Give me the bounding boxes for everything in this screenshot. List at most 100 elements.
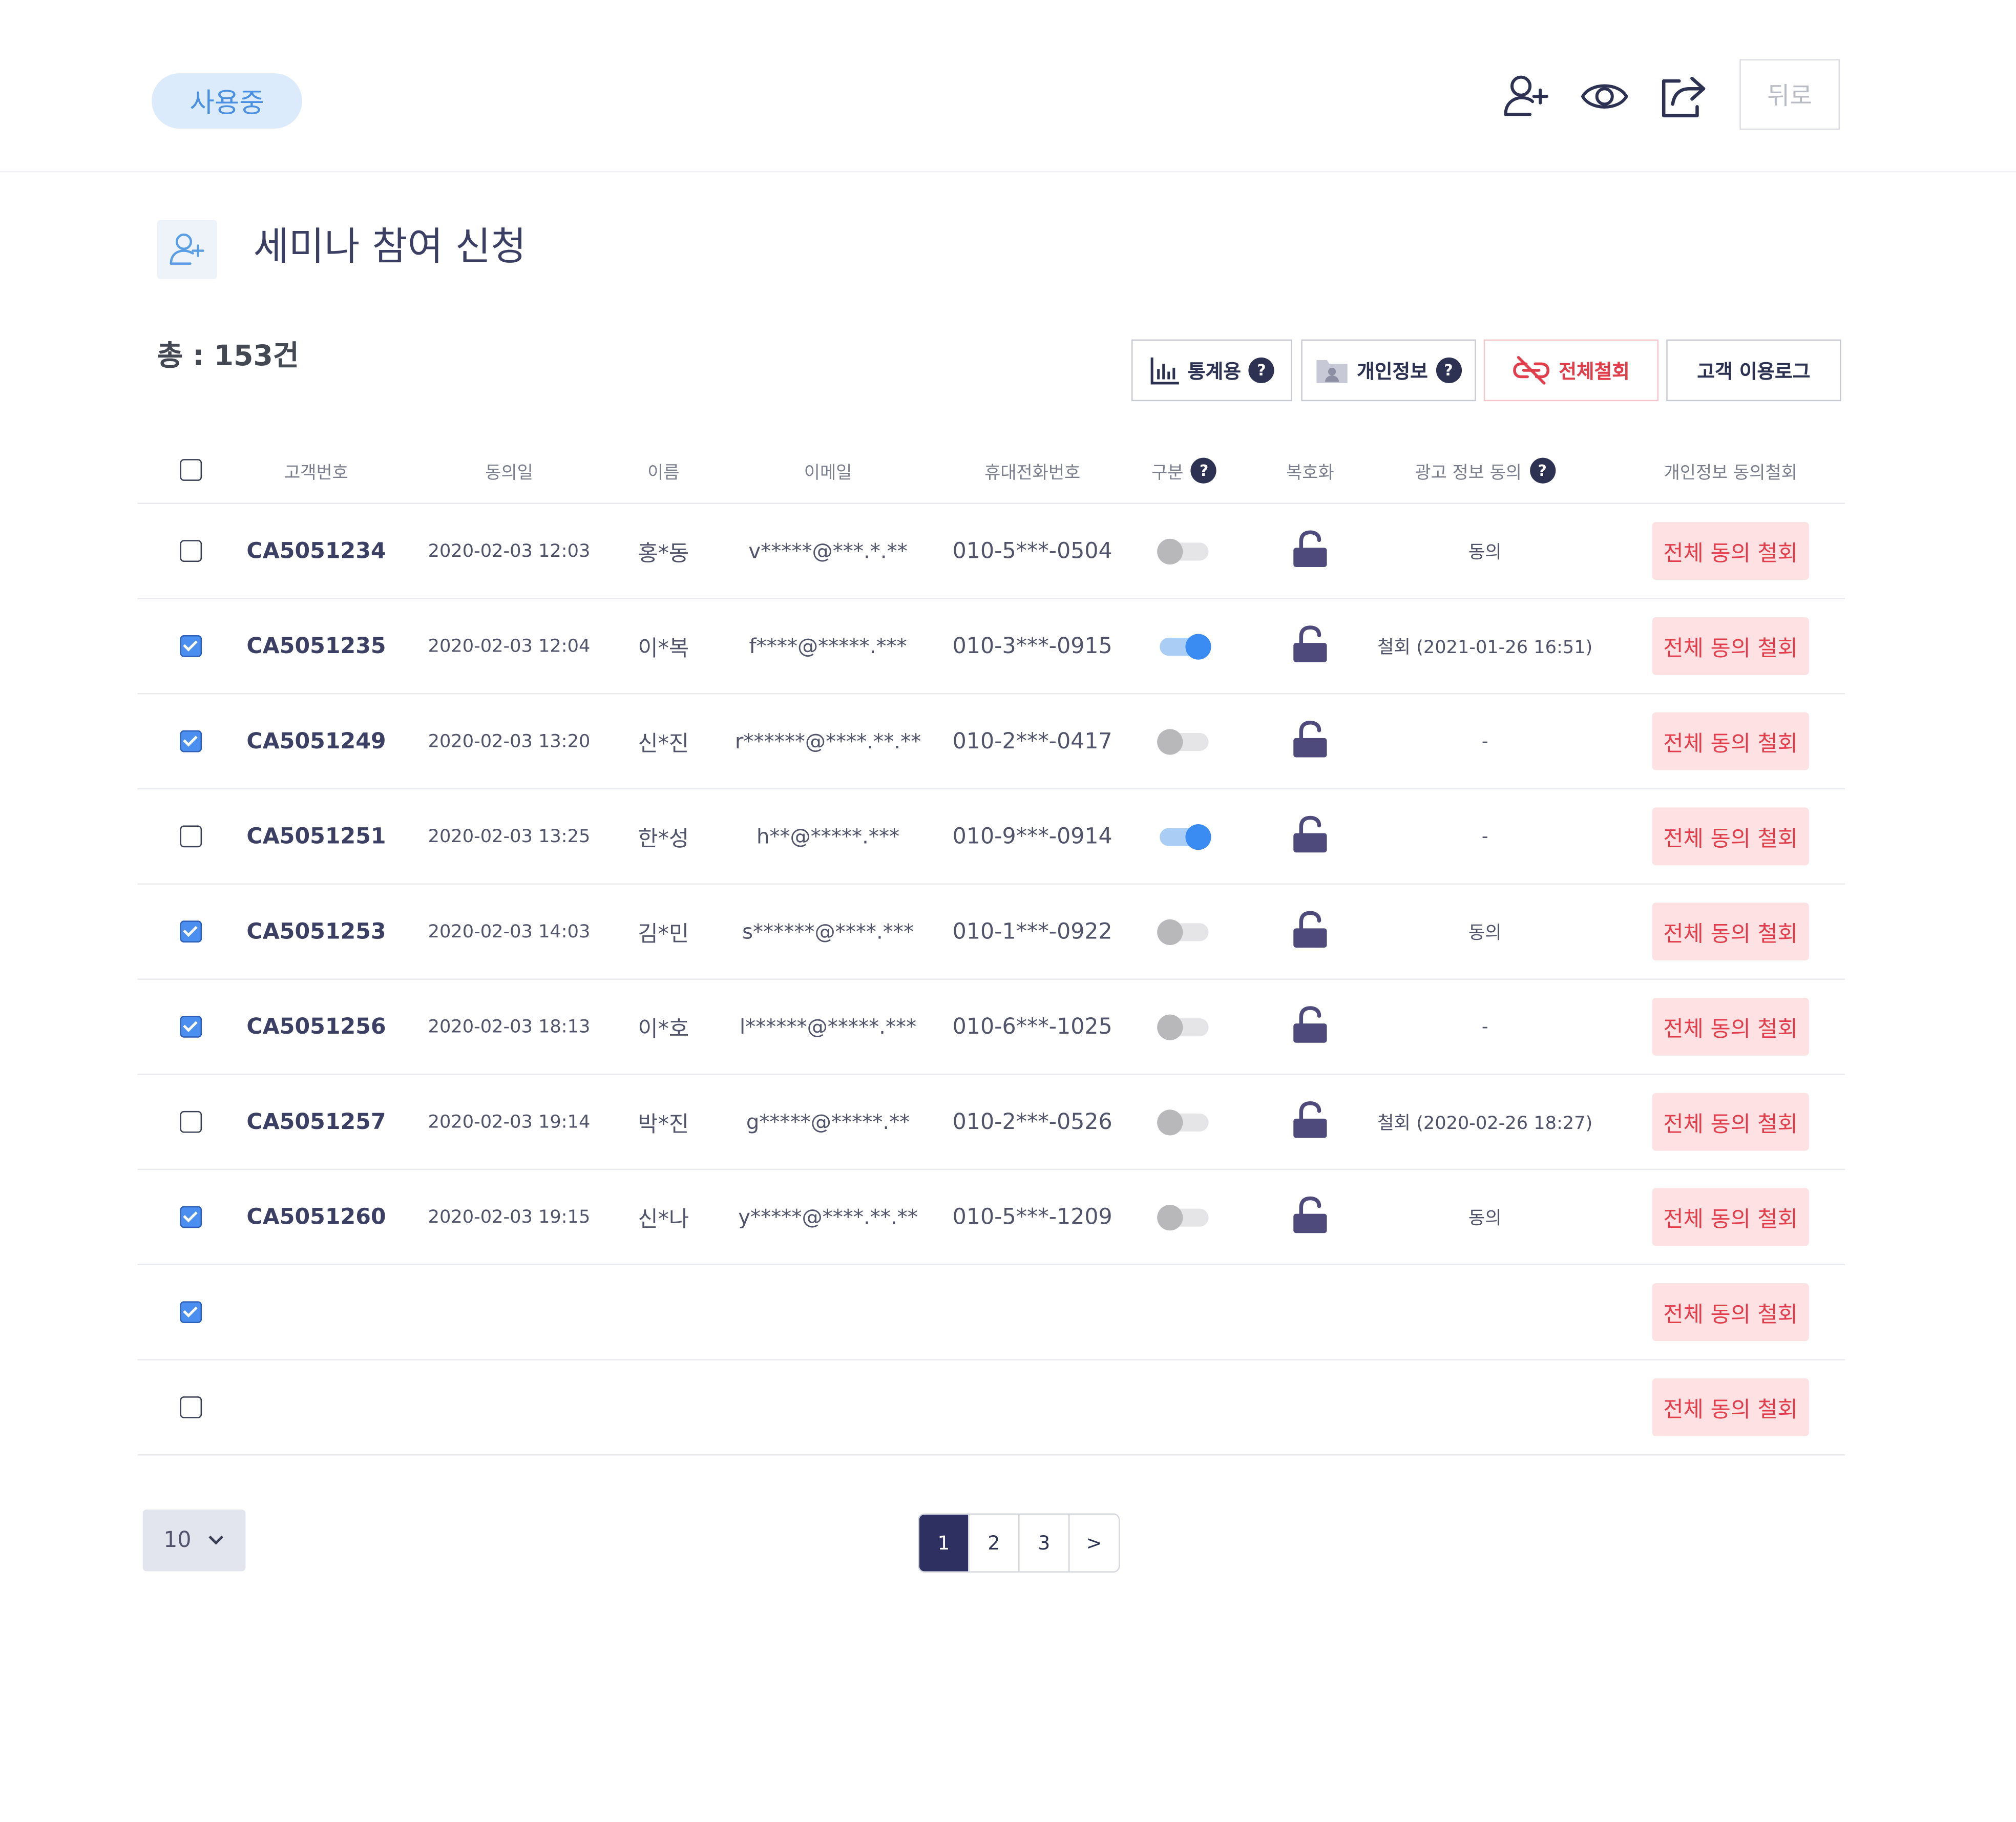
customer-id[interactable]: CA5051257: [246, 1109, 386, 1135]
customer-email-cell: r******@****.**.**: [725, 695, 931, 788]
type-toggle[interactable]: [1157, 1014, 1209, 1040]
row-checkbox[interactable]: [179, 730, 201, 752]
customer-id[interactable]: CA5051256: [246, 1014, 386, 1039]
row-checkbox[interactable]: [179, 1016, 201, 1038]
customer-email-cell: f****@*****.***: [725, 599, 931, 693]
ad-consent-status: -: [1481, 826, 1488, 847]
page-button-3[interactable]: 3: [1018, 1515, 1068, 1572]
withdraw-consent-button[interactable]: 전체 동의 철회: [1652, 617, 1809, 675]
table-row: CA5051257 2020-02-03 19:14 박*진 g*****@*****…: [137, 1075, 1845, 1170]
row-select-cell[interactable]: [164, 1265, 216, 1359]
ad-consent-status: -: [1481, 731, 1488, 752]
withdraw-consent-button[interactable]: 전체 동의 철회: [1652, 522, 1809, 580]
page-size-select[interactable]: 10: [142, 1509, 246, 1572]
type-cell: [1146, 980, 1223, 1074]
withdraw-consent-button[interactable]: 전체 동의 철회: [1652, 1188, 1809, 1246]
row-checkbox[interactable]: [179, 825, 201, 848]
header-select-all[interactable]: [164, 437, 216, 502]
withdraw-consent-button[interactable]: 전체 동의 철회: [1652, 1283, 1809, 1342]
type-toggle[interactable]: [1157, 1204, 1209, 1230]
type-toggle[interactable]: [1157, 538, 1209, 564]
row-select-cell[interactable]: [164, 695, 216, 788]
consent-date-cell: 2020-02-03 18:13: [419, 980, 599, 1074]
row-select-cell[interactable]: [164, 1075, 216, 1169]
withdraw-consent-button[interactable]: 전체 동의 철회: [1652, 903, 1809, 961]
help-icon[interactable]: ?: [1248, 357, 1275, 384]
row-checkbox[interactable]: [179, 1206, 201, 1228]
unlock-icon[interactable]: [1291, 1005, 1329, 1049]
row-select-cell[interactable]: [164, 1170, 216, 1264]
row-checkbox[interactable]: [179, 1396, 201, 1418]
eye-icon[interactable]: [1579, 71, 1630, 122]
type-toggle[interactable]: [1157, 918, 1209, 945]
unlock-icon[interactable]: [1291, 910, 1329, 953]
page-button-2[interactable]: 2: [968, 1515, 1019, 1572]
row-select-cell[interactable]: [164, 599, 216, 693]
customer-phone-cell: 010-2***-0417: [942, 695, 1122, 788]
row-select-cell[interactable]: [164, 885, 216, 978]
row-checkbox[interactable]: [179, 1301, 201, 1323]
withdraw-consent-button[interactable]: 전체 동의 철회: [1652, 807, 1809, 866]
share-icon[interactable]: [1657, 71, 1709, 122]
customer-id[interactable]: CA5051253: [246, 919, 386, 945]
back-button[interactable]: 뒤로: [1739, 59, 1840, 130]
customer-email-cell: h**@*****.***: [725, 789, 931, 883]
select-all-checkbox[interactable]: [179, 459, 201, 481]
decrypt-cell: [1272, 885, 1349, 978]
customer-id[interactable]: CA5051260: [246, 1204, 386, 1230]
type-cell: [1146, 1075, 1223, 1169]
customer-id[interactable]: CA5051249: [246, 728, 386, 754]
row-checkbox[interactable]: [179, 540, 201, 562]
unlock-icon[interactable]: [1291, 624, 1329, 668]
unlock-icon[interactable]: [1291, 719, 1329, 763]
customer-id[interactable]: CA5051235: [246, 633, 386, 659]
table-row: CA5051260 2020-02-03 19:15 신*나 y*****@****.…: [137, 1170, 1845, 1266]
ad-consent-status-cell: 철회 (2020-02-26 18:27): [1369, 1075, 1601, 1169]
ad-consent-status: 동의: [1468, 542, 1502, 563]
withdraw-cell: 전체 동의 철회: [1652, 695, 1809, 788]
withdraw-consent-button[interactable]: 전체 동의 철회: [1652, 712, 1809, 770]
customer-id[interactable]: CA5051251: [246, 824, 386, 849]
toggle-knob: [1157, 728, 1183, 755]
type-toggle[interactable]: [1160, 633, 1211, 659]
type-toggle[interactable]: [1157, 728, 1209, 755]
customer-phone: 010-2***-0526: [952, 1109, 1112, 1135]
row-select-cell[interactable]: [164, 789, 216, 883]
add-user-icon[interactable]: [1500, 71, 1551, 122]
row-checkbox[interactable]: [179, 920, 201, 943]
page-button-1[interactable]: 1: [919, 1515, 969, 1572]
customer-id-cell: CA5051235: [246, 599, 386, 693]
customer-phone: 010-5***-1209: [952, 1204, 1112, 1230]
unlock-icon[interactable]: [1291, 1100, 1329, 1143]
withdraw-cell: 전체 동의 철회: [1652, 1265, 1809, 1359]
help-icon[interactable]: ?: [1529, 457, 1556, 483]
customer-name-cell: 이*복: [625, 599, 702, 693]
unlock-icon[interactable]: [1291, 1195, 1329, 1239]
row-select-cell[interactable]: [164, 980, 216, 1074]
type-toggle[interactable]: [1160, 823, 1211, 849]
row-checkbox[interactable]: [179, 635, 201, 657]
type-toggle[interactable]: [1157, 1109, 1209, 1135]
unlock-icon[interactable]: [1291, 814, 1329, 858]
customer-id[interactable]: CA5051234: [246, 538, 386, 564]
stats-button[interactable]: 통계용 ?: [1131, 339, 1292, 402]
customer-log-button[interactable]: 고객 이용로그: [1666, 339, 1841, 402]
ad-consent-status: 철회 (2021-01-26 16:51): [1377, 637, 1593, 658]
personal-info-button[interactable]: 개인정보 ?: [1301, 339, 1476, 402]
withdraw-consent-button[interactable]: 전체 동의 철회: [1652, 997, 1809, 1056]
unlock-icon[interactable]: [1291, 529, 1329, 573]
decrypt-cell: [1272, 1075, 1349, 1169]
row-select-cell[interactable]: [164, 1360, 216, 1454]
customer-email: f****@*****.***: [749, 634, 907, 659]
row-select-cell[interactable]: [164, 504, 216, 598]
help-icon[interactable]: ?: [1435, 357, 1462, 384]
ad-consent-status-cell: -: [1369, 980, 1601, 1074]
withdraw-consent-button[interactable]: 전체 동의 철회: [1652, 1093, 1809, 1151]
help-icon[interactable]: ?: [1191, 457, 1217, 483]
revoke-all-button[interactable]: 전체철회: [1483, 339, 1659, 402]
row-checkbox[interactable]: [179, 1111, 201, 1133]
customer-phone-cell: 010-9***-0914: [942, 789, 1122, 883]
next-page-button[interactable]: >: [1068, 1515, 1119, 1572]
customer-phone: 010-6***-1025: [952, 1014, 1112, 1040]
withdraw-consent-button[interactable]: 전체 동의 철회: [1652, 1378, 1809, 1436]
